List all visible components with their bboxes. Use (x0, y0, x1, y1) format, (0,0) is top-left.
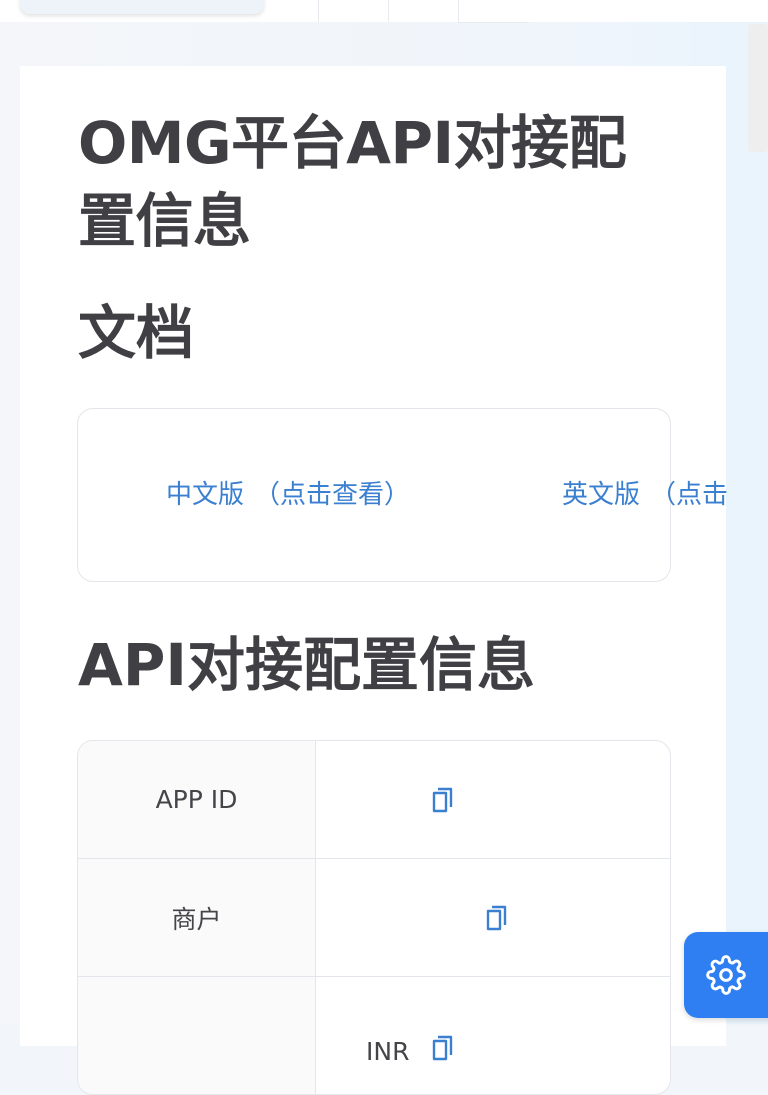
config-value-merchant (316, 859, 670, 976)
doc-link-action: （点击查看） (254, 480, 411, 510)
gear-icon (706, 955, 746, 995)
config-value-region: INR (316, 977, 670, 1094)
content-card: OMG平台API对接配置信息 文档 中文版 （点击查看） 英文版 （点击 API对接… (20, 66, 728, 1095)
top-header-strip (0, 0, 768, 23)
copy-icon[interactable] (430, 1033, 456, 1063)
page-title: OMG平台API对接配置信息 (78, 109, 627, 255)
docs-box: 中文版 （点击查看） 英文版 （点击 (77, 408, 728, 582)
config-label-merchant: 商户 (78, 859, 316, 976)
doc-link-english[interactable]: 英文版 （点击 (562, 477, 728, 513)
settings-button[interactable] (684, 932, 768, 1018)
doc-link-action: （点击 (650, 480, 729, 510)
header-cell (388, 0, 459, 22)
docs-heading: 文档 (78, 299, 195, 367)
table-row: 商户 (78, 859, 670, 977)
copy-icon[interactable] (430, 785, 456, 815)
doc-link-label: 英文版 (562, 480, 641, 510)
copy-icon[interactable] (484, 903, 510, 933)
doc-link-chinese[interactable]: 中文版 （点击查看） (166, 477, 410, 513)
api-config-heading: API对接配置信息 (78, 631, 535, 699)
config-label-region: 地区 (78, 977, 316, 1094)
table-row: 地区 INR (78, 977, 670, 1094)
header-pill[interactable] (20, 0, 264, 14)
header-cell (318, 0, 389, 22)
config-value-app-id (316, 741, 670, 858)
header-right-area (528, 0, 768, 22)
config-label-app-id: APP ID (78, 741, 316, 858)
scrollbar-thumb[interactable] (748, 24, 768, 152)
config-table: APP ID 商户 INR (77, 740, 671, 1095)
doc-link-label: 中文版 (166, 480, 245, 510)
table-row: APP ID (78, 741, 670, 859)
header-cell (458, 0, 529, 23)
config-value-text: INR (366, 1037, 410, 1066)
